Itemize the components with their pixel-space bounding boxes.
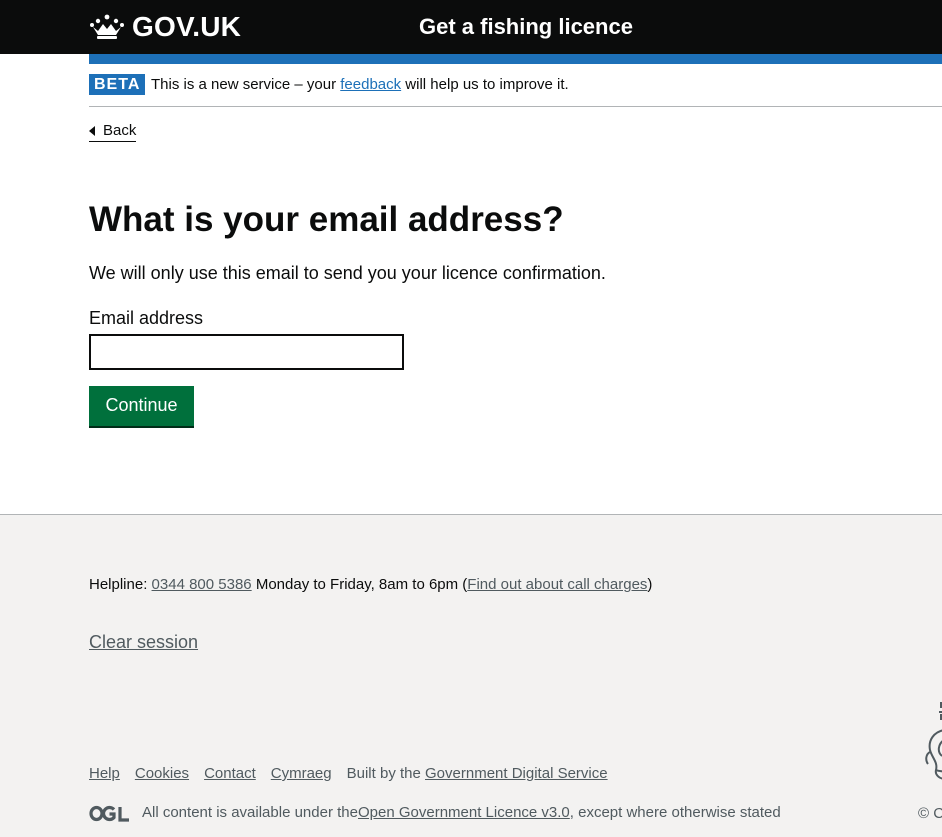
built-by-text: Built by the (346, 765, 426, 782)
licence-text-before: All content is available under the (142, 804, 358, 821)
footer-link-cookies[interactable]: Cookies (135, 765, 189, 782)
helpline-number-link[interactable]: 0344 800 5386 (152, 576, 252, 593)
service-name-link[interactable]: Get a fishing licence (419, 13, 633, 41)
feedback-link[interactable]: feedback (340, 76, 401, 93)
email-label: Email address (89, 308, 204, 328)
phase-banner-text: This is a new service – your feedback wi… (151, 74, 569, 95)
back-arrow-icon (89, 126, 95, 136)
footer-links: Help Cookies Contact Cymraeg Built by the Go… (89, 764, 608, 784)
phase-text-after: will help us to improve it. (401, 76, 569, 93)
govuk-logo-link[interactable]: GOV.UK (89, 11, 241, 43)
clear-session-link[interactable]: Clear session (89, 630, 198, 654)
crown-icon (89, 13, 125, 41)
helpline-close: ) (647, 576, 653, 593)
footer-link-cymraeg[interactable]: Cymraeg (271, 765, 332, 782)
call-charges-link[interactable]: Find out about call charges (467, 576, 647, 593)
copyright-text: © C (918, 805, 942, 822)
page-title: What is your email address? (89, 200, 564, 239)
back-link-label: Back (103, 122, 137, 139)
back-link[interactable]: Back (89, 121, 137, 142)
helpline-hours: Monday to Friday, 8am to 6pm ( (251, 576, 468, 593)
logo-text: GOV.UK (132, 11, 242, 42)
licence-text-after: , except where otherwise stated (569, 804, 781, 821)
helpline: Helpline: 0344 800 5386 Monday to Friday… (89, 575, 652, 595)
ogl-licence-link[interactable]: Open Government Licence v3.0 (358, 802, 570, 824)
footer-link-help[interactable]: Help (89, 765, 120, 782)
phase-banner: BETA This is a new service – your feedba… (89, 64, 942, 107)
site-footer: Helpline: 0344 800 5386 Monday to Friday… (0, 514, 942, 837)
site-header: GOV.UK Get a fishing licence (0, 0, 942, 54)
licence-row: All content is available under the Open … (89, 802, 781, 824)
helpline-label: Helpline: (89, 576, 152, 593)
lead-text: We will only use this email to send you … (89, 263, 606, 283)
phase-text-before: This is a new service – your (151, 76, 341, 93)
royal-crest-icon (922, 700, 942, 782)
gds-link[interactable]: Government Digital Service (425, 765, 608, 782)
ogl-logo-icon (89, 805, 130, 822)
beta-tag: BETA (89, 74, 146, 95)
email-input[interactable] (89, 334, 404, 370)
header-blue-bar (89, 54, 942, 64)
continue-button[interactable]: Continue (89, 386, 194, 426)
footer-link-contact[interactable]: Contact (204, 765, 256, 782)
